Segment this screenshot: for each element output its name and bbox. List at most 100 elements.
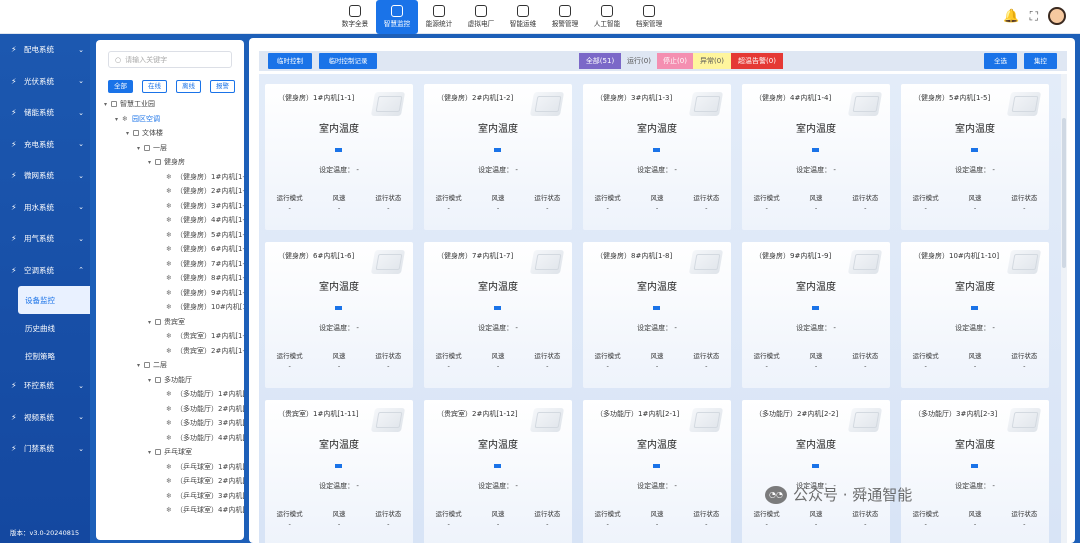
tree-group-node[interactable]: ▾ 二层 — [96, 358, 244, 373]
sidebar-item[interactable]: ⚡ 配电系统 ⌄ — [0, 34, 90, 66]
topnav-item-1[interactable]: 智慧监控 — [376, 0, 418, 34]
temp-control-button[interactable]: 临时控制 — [268, 53, 312, 69]
tree-device-node[interactable]: ❄ （健身房）4#内机[1-4] — [96, 213, 244, 228]
tree-device-node[interactable]: ❄ （乒乓球室）2#内机[2-6] — [96, 474, 244, 489]
device-card[interactable]: （健身房）5#内机[1-5] 室内温度 设定温度： - 运行模式 - 风速 - 运行状态 - — [901, 84, 1049, 230]
sidebar-subitem[interactable]: 历史曲线 — [0, 314, 90, 342]
tree-device-node[interactable]: ❄ （健身房）1#内机[1-1] — [96, 170, 244, 185]
tree-device-node[interactable]: ❄ （乒乓球室）3#内机[2-7] — [96, 489, 244, 504]
tree-device-node[interactable]: ❄ （多功能厅）1#内机[2-1] — [96, 387, 244, 402]
device-card[interactable]: （健身房）2#内机[1-2] 室内温度 设定温度： - 运行模式 - 风速 - 运行状态 - — [424, 84, 572, 230]
tree-device-node[interactable]: ❄ （健身房）3#内机[1-3] — [96, 199, 244, 214]
filter-running-tab[interactable]: 运行(0) — [621, 53, 657, 69]
topnav-item-3[interactable]: 虚拟电厂 — [460, 0, 502, 34]
tree-device-node[interactable]: ❄ （多功能厅）2#内机[2-2] — [96, 402, 244, 417]
topnav-item-0[interactable]: 数字全景 — [334, 0, 376, 34]
group-control-button[interactable]: 集控 — [1024, 53, 1057, 69]
device-card[interactable]: （健身房）3#内机[1-3] 室内温度 设定温度： - 运行模式 - 风速 - 运行状态 - — [583, 84, 731, 230]
fan-speed-value: - — [337, 362, 341, 370]
sidebar-item[interactable]: ⚡ 视频系统 ⌄ — [0, 402, 90, 434]
sidebar-subitem[interactable]: 控制策略 — [0, 342, 90, 370]
filter-stopped-tab[interactable]: 停止(0) — [657, 53, 693, 69]
avatar[interactable] — [1048, 7, 1066, 25]
tree-device-node[interactable]: ❄ （贵宾室）1#内机[1-11] — [96, 329, 244, 344]
chevron-down-icon: ⌄ — [78, 381, 84, 390]
device-card[interactable]: （健身房）10#内机[1-10] 室内温度 设定温度： - 运行模式 - 风速 - 运行状态 - — [901, 242, 1049, 388]
device-card[interactable]: （健身房）4#内机[1-4] 室内温度 设定温度： - 运行模式 - 风速 - 运行状态 - — [742, 84, 890, 230]
chevron-down-icon: ⌄ — [78, 108, 84, 117]
tree-toggle-icon[interactable]: ▾ — [148, 156, 155, 171]
tree-toggle-icon[interactable]: ▾ — [104, 98, 111, 113]
tree-device-node[interactable]: ❄ （健身房）6#内机[1-6] — [96, 242, 244, 257]
tree-toggle-icon[interactable]: ▾ — [126, 127, 133, 142]
search-placeholder: 请输入关键字 — [125, 55, 168, 64]
device-card[interactable]: （健身房）6#内机[1-6] 室内温度 设定温度： - 运行模式 - 风速 - 运行状态 - — [265, 242, 413, 388]
scrollbar-thumb[interactable] — [1062, 118, 1066, 268]
sidebar-item[interactable]: ⚡ 环控系统 ⌄ — [0, 370, 90, 402]
sidebar-item[interactable]: ⚡ 用水系统 ⌄ — [0, 192, 90, 224]
topnav-item-6[interactable]: 人工智能 — [586, 0, 628, 34]
select-all-button[interactable]: 全选 — [984, 53, 1017, 69]
tree-device-node[interactable]: ❄ （健身房）8#内机[1-8] — [96, 271, 244, 286]
sidebar-item[interactable]: ⚡ 充电系统 ⌄ — [0, 129, 90, 161]
tree-group-node[interactable]: ▾ ❄ 园区空调 — [96, 112, 244, 127]
tree-device-node[interactable]: ❄ （多功能厅）3#内机[2-3] — [96, 416, 244, 431]
device-card[interactable]: （健身房）7#内机[1-7] 室内温度 设定温度： - 运行模式 - 风速 - 运行状态 - — [424, 242, 572, 388]
tree-group-node[interactable]: ▾ 一层 — [96, 141, 244, 156]
device-card[interactable]: （健身房）8#内机[1-8] 室内温度 设定温度： - 运行模式 - 风速 - 运行状态 - — [583, 242, 731, 388]
tree-group-node[interactable]: ▾ 多功能厅 — [96, 373, 244, 388]
tree-toggle-icon[interactable]: ▾ — [137, 359, 144, 374]
sidebar-item[interactable]: ⚡ 储能系统 ⌄ — [0, 97, 90, 129]
topnav-item-4[interactable]: 智能运维 — [502, 0, 544, 34]
filter-abnormal-tab[interactable]: 异常(0) — [693, 53, 731, 69]
sidebar-item[interactable]: ⚡ 光伏系统 ⌄ — [0, 66, 90, 98]
tree-device-node[interactable]: ❄ （健身房）10#内机[1-10] — [96, 300, 244, 315]
filter-button[interactable]: 报警 — [210, 80, 235, 93]
tree-device-node[interactable]: ❄ （健身房）2#内机[1-2] — [96, 184, 244, 199]
topnav-item-2[interactable]: 能源统计 — [418, 0, 460, 34]
tree-toggle-icon[interactable]: ▾ — [115, 113, 122, 128]
sidebar-item[interactable]: ⚡ 微网系统 ⌄ — [0, 160, 90, 192]
tree-toggle-icon[interactable]: ▾ — [148, 446, 155, 461]
tree-device-node[interactable]: ❄ （健身房）7#内机[1-7] — [96, 257, 244, 272]
device-card[interactable]: （健身房）9#内机[1-9] 室内温度 设定温度： - 运行模式 - 风速 - 运行状态 - — [742, 242, 890, 388]
sidebar-subitem[interactable]: 设备监控 — [18, 286, 90, 314]
filter-all-tab[interactable]: 全部(51) — [579, 53, 621, 69]
tree-toggle-icon[interactable]: ▾ — [137, 142, 144, 157]
filter-button[interactable]: 离线 — [176, 80, 201, 93]
temp-control-log-button[interactable]: 临时控制记录 — [319, 53, 377, 69]
filter-overtemp-tab[interactable]: 超温告警(0) — [731, 53, 783, 69]
tree-device-node[interactable]: ❄ （乒乓球室）4#内机[2-8] — [96, 503, 244, 518]
tree-group-node[interactable]: ▾ 乒乓球室 — [96, 445, 244, 460]
device-card[interactable]: （多功能厅）3#内机[2-3] 室内温度 设定温度： - 运行模式 - 风速 - 运行状态 - — [901, 400, 1049, 543]
tree-device-node[interactable]: ❄ （健身房）5#内机[1-5] — [96, 228, 244, 243]
tree-toggle-icon[interactable]: ▾ — [148, 316, 155, 331]
tree-device-node[interactable]: ❄ （多功能厅）4#内机[2-4] — [96, 431, 244, 446]
tree-device-node[interactable]: ❄ （健身房）9#内机[1-9] — [96, 286, 244, 301]
device-card[interactable]: （多功能厅）2#内机[2-2] 室内温度 设定温度： - 运行模式 - 风速 - 运行状态 - — [742, 400, 890, 543]
tree-group-node[interactable]: ▾ 健身房 — [96, 155, 244, 170]
tree-group-node[interactable]: ▾ 智慧工业园 — [96, 97, 244, 112]
notification-bell-icon[interactable]: 🔔 — [1003, 9, 1019, 24]
topnav-item-7[interactable]: 档案管理 — [628, 0, 670, 34]
tree-toggle-icon[interactable]: ▾ — [148, 374, 155, 389]
device-card[interactable]: （健身房）1#内机[1-1] 室内温度 设定温度： - 运行模式 - 风速 - 运行状态 - — [265, 84, 413, 230]
search-input[interactable]: ○ 请输入关键字 — [108, 51, 232, 68]
device-card[interactable]: （贵宾室）1#内机[1-11] 室内温度 设定温度： - 运行模式 - 风速 - 运行状态 - — [265, 400, 413, 543]
scrollbar[interactable] — [1061, 74, 1067, 543]
tree-device-node[interactable]: ❄ （贵宾室）2#内机[1-12] — [96, 344, 244, 359]
sidebar-item[interactable]: ⚡ 用气系统 ⌄ — [0, 223, 90, 255]
device-card[interactable]: （贵宾室）2#内机[1-12] 室内温度 设定温度： - 运行模式 - 风速 - 运行状态 - — [424, 400, 572, 543]
topnav-item-5[interactable]: 报警管理 — [544, 0, 586, 34]
sidebar-item[interactable]: ⚡ 门禁系统 ⌄ — [0, 433, 90, 465]
filter-button[interactable]: 全部 — [108, 80, 133, 93]
tree-group-node[interactable]: ▾ 贵宾室 — [96, 315, 244, 330]
device-tree-panel: ○ 请输入关键字 全部 在线 离线 报警 ▾ 智慧工业园 ▾ ❄ 园区空调 ▾ 文体楼 ▾ 一层 ▾ 健身… — [96, 40, 244, 540]
device-card[interactable]: （多功能厅）1#内机[2-1] 室内温度 设定温度： - 运行模式 - 风速 - 运行状态 - — [583, 400, 731, 543]
tree-group-node[interactable]: ▾ 文体楼 — [96, 126, 244, 141]
indoor-temp-label: 室内温度 — [478, 282, 518, 293]
tree-device-node[interactable]: ❄ （乒乓球室）1#内机[2-5] — [96, 460, 244, 475]
fullscreen-icon[interactable]: ⛶ — [1030, 9, 1038, 24]
filter-button[interactable]: 在线 — [142, 80, 167, 93]
sidebar-item[interactable]: ⚡ 空调系统 ⌃ — [0, 255, 90, 287]
